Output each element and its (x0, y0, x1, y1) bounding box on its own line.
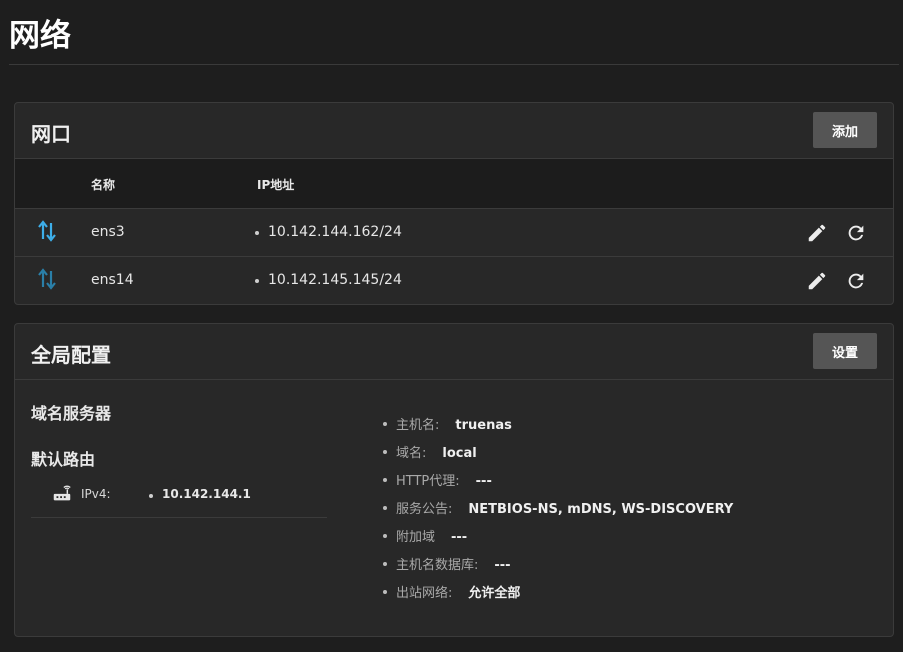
domain-value: local (442, 446, 477, 461)
host-database-value: --- (494, 558, 511, 573)
table-row: ens14 10.142.145.145/24 (15, 257, 893, 305)
interfaces-card: 网口 添加 名称 IP地址 ens3 10.142.144.162/24 ens… (14, 102, 894, 305)
title-divider (9, 64, 899, 65)
table-row: ens3 10.142.144.162/24 (15, 209, 893, 257)
list-item: 主机名数据库: --- (382, 554, 733, 582)
hostname-value: truenas (455, 418, 512, 433)
list-item: 出站网络: 允许全部 (382, 582, 733, 610)
service-announcement-value: NETBIOS-NS, mDNS, WS-DISCOVERY (468, 502, 734, 517)
route-list: 10.142.144.1 (147, 487, 251, 501)
refresh-icon[interactable] (845, 222, 867, 244)
page-title: 网络 (9, 18, 71, 54)
interfaces-header: 网口 添加 (15, 103, 893, 159)
outbound-network-value: 允许全部 (468, 586, 521, 601)
service-announcement-label: 服务公告: (396, 502, 453, 517)
add-interface-button[interactable]: 添加 (813, 112, 877, 148)
route-ipv4-label: IPv4: (81, 487, 111, 501)
list-item: HTTP代理: --- (382, 470, 733, 498)
http-proxy-value: --- (475, 474, 492, 489)
interfaces-title: 网口 (31, 122, 71, 146)
interface-name: ens3 (91, 224, 125, 240)
link-up-icon (38, 220, 56, 242)
ip-address: 10.142.145.145/24 (253, 272, 402, 288)
list-item: 服务公告: NETBIOS-NS, mDNS, WS-DISCOVERY (382, 498, 733, 526)
list-item: 域名: local (382, 442, 733, 470)
outbound-network-label: 出站网络: (396, 586, 453, 601)
ip-list: 10.142.145.145/24 (253, 272, 402, 288)
global-config-title: 全局配置 (31, 343, 111, 367)
column-header-ip[interactable]: IP地址 (257, 176, 294, 193)
link-down-icon (38, 268, 56, 290)
default-route-row: IPv4: 10.142.144.1 (31, 482, 327, 518)
edit-icon[interactable] (806, 270, 828, 292)
hostname-label: 主机名: (396, 418, 440, 433)
settings-button[interactable]: 设置 (813, 333, 877, 369)
interfaces-table-header: 名称 IP地址 (15, 159, 893, 209)
host-database-label: 主机名数据库: (396, 558, 479, 573)
additional-domains-value: --- (451, 530, 468, 545)
column-header-name[interactable]: 名称 (91, 176, 115, 193)
router-icon (53, 485, 71, 501)
http-proxy-label: HTTP代理: (396, 474, 460, 489)
global-config-card: 全局配置 设置 域名服务器 默认路由 IPv4: 10.142.144.1 主机… (14, 323, 894, 637)
domain-label: 域名: (396, 446, 427, 461)
default-route-title: 默认路由 (31, 450, 96, 469)
refresh-icon[interactable] (845, 270, 867, 292)
interface-name: ens14 (91, 272, 134, 288)
list-item: 附加域 --- (382, 526, 733, 554)
route-ipv4-value: 10.142.144.1 (147, 487, 251, 501)
ip-address: 10.142.144.162/24 (253, 224, 402, 240)
nameservers-title: 域名服务器 (31, 404, 112, 423)
ip-list: 10.142.144.162/24 (253, 224, 402, 240)
list-item: 主机名: truenas (382, 414, 733, 442)
global-config-header: 全局配置 设置 (15, 324, 893, 380)
edit-icon[interactable] (806, 222, 828, 244)
global-config-list: 主机名: truenas 域名: local HTTP代理: --- 服务公告: NET… (382, 414, 733, 610)
additional-domains-label: 附加域 (396, 530, 436, 545)
